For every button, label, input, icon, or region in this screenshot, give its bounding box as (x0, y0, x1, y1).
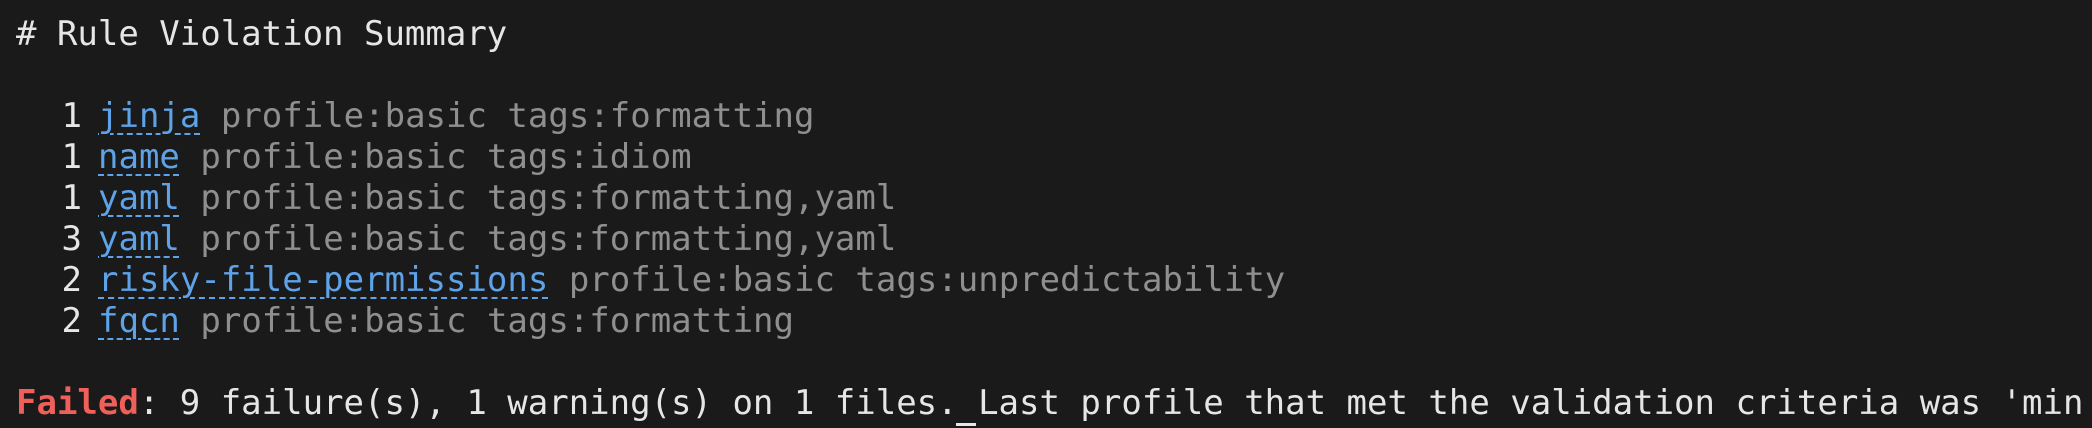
summary-heading: # Rule Violation Summary (16, 14, 508, 54)
violation-row: 2 risky-file-permissions profile:basic ta… (16, 260, 2092, 301)
terminal-output: # Rule Violation Summary 1 jinja profile:… (0, 0, 2092, 428)
violation-count: 2 (61, 260, 82, 300)
violation-count: 3 (61, 219, 82, 259)
rule-meta: profile:basic tags:formatting (220, 96, 815, 136)
violation-count: 1 (61, 178, 82, 218)
rule-meta: profile:basic tags:unpredictability (568, 260, 1286, 300)
rule-link-jinja[interactable]: jinja (98, 96, 200, 136)
rule-link-name[interactable]: name (98, 137, 180, 177)
status-message: : 9 failure(s), 1 warning(s) on 1 files.… (138, 383, 2092, 423)
violation-row: 1 name profile:basic tags:idiom (16, 137, 2092, 178)
rule-meta: profile:basic tags:idiom (200, 137, 692, 177)
rule-meta: profile:basic tags:formatting,yaml (200, 219, 897, 259)
violation-row: 1 jinja profile:basic tags:formatting (16, 96, 2092, 137)
rule-link-fqcn[interactable]: fqcn (98, 301, 180, 341)
violation-row: 2 fqcn profile:basic tags:formatting (16, 301, 2092, 342)
violation-count: 2 (61, 301, 82, 341)
text-cursor (956, 423, 976, 426)
failed-label: Failed (16, 383, 139, 423)
violation-count: 1 (61, 96, 82, 136)
rule-link-yaml[interactable]: yaml (98, 219, 180, 259)
status-line: Failed: 9 failure(s), 1 warning(s) on 1 … (16, 383, 2092, 424)
rule-meta: profile:basic tags:formatting (200, 301, 794, 341)
rule-link-yaml[interactable]: yaml (98, 178, 180, 218)
violation-row: 3 yaml profile:basic tags:formatting,yaml (16, 219, 2092, 260)
rule-meta: profile:basic tags:formatting,yaml (200, 178, 897, 218)
rule-link-risky-file-permissions[interactable]: risky-file-permissions (98, 260, 548, 300)
violation-count: 1 (61, 137, 82, 177)
violation-row: 1 yaml profile:basic tags:formatting,yaml (16, 178, 2092, 219)
